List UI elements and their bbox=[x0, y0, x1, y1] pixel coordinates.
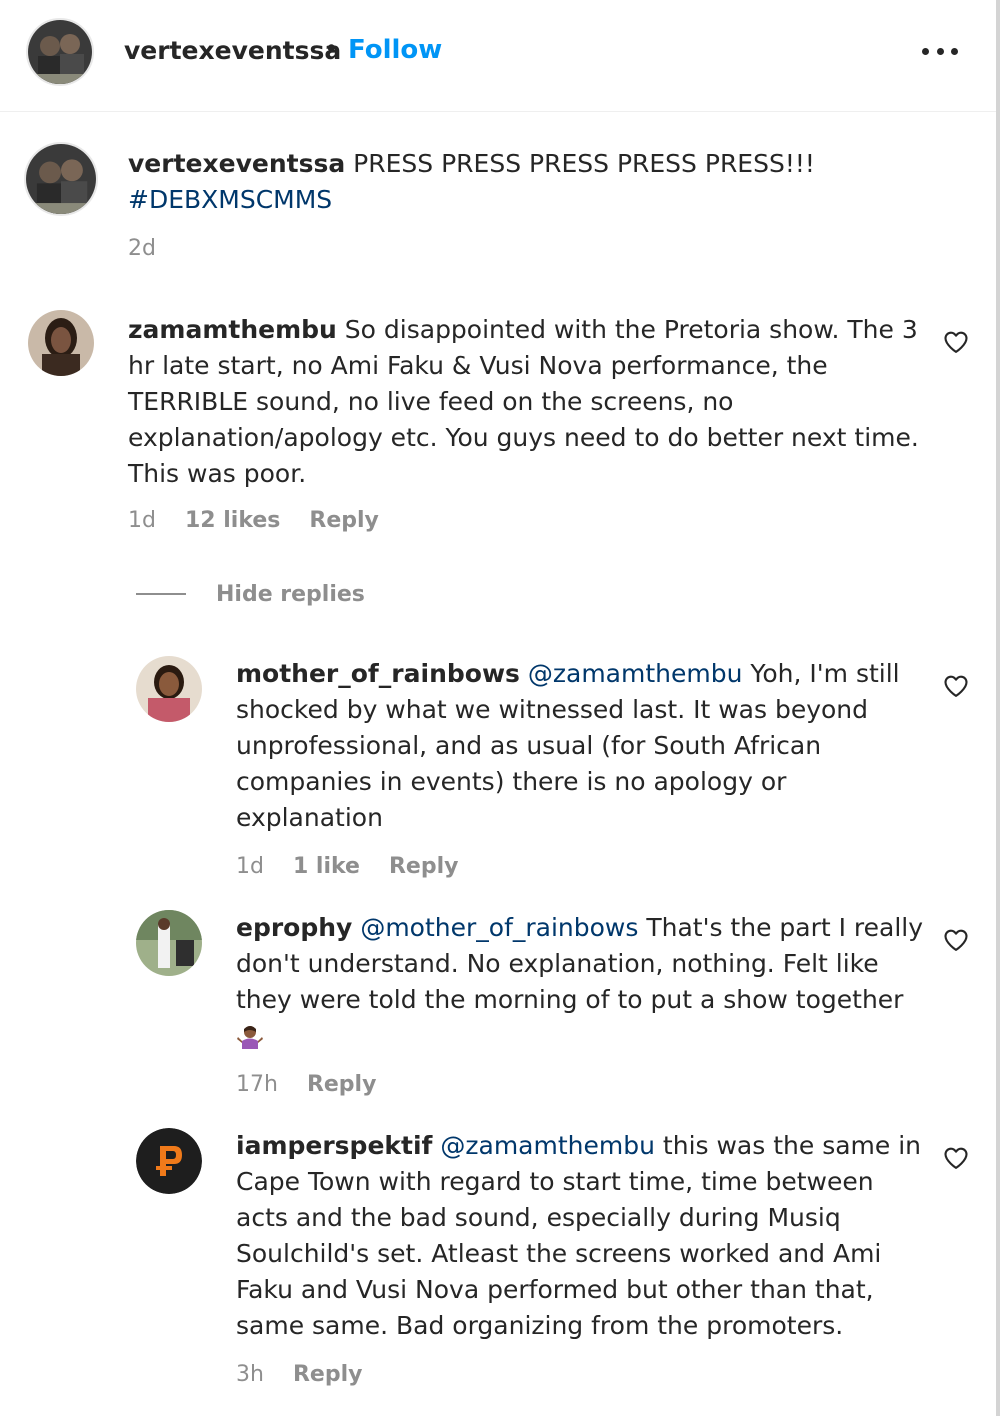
reply-text: this was the same in Cape Town with rega… bbox=[236, 1131, 922, 1340]
shrug-emoji-icon bbox=[236, 1018, 264, 1054]
reply-button[interactable]: Reply bbox=[309, 508, 379, 533]
comment-username[interactable]: zamamthembu bbox=[128, 315, 337, 344]
mention-link[interactable]: @mother_of_rainbows bbox=[360, 913, 638, 942]
caption-meta: 2d bbox=[128, 236, 178, 261]
separator-dot: • bbox=[324, 34, 339, 63]
reply-text-block: eprophy @mother_of_rainbows That's the p… bbox=[236, 910, 926, 1054]
reply-username[interactable]: iamperspektif bbox=[236, 1131, 432, 1160]
reply-username[interactable]: eprophy bbox=[236, 913, 352, 942]
avatar[interactable] bbox=[136, 910, 202, 976]
reply-meta: 17h Reply bbox=[236, 1072, 398, 1097]
reply-time[interactable]: 1d bbox=[236, 854, 264, 879]
comment-likes[interactable]: 12 likes bbox=[185, 508, 280, 533]
mention-link[interactable]: @zamamthembu bbox=[440, 1131, 655, 1160]
reply-item: iamperspektif @zamamthembu this was the … bbox=[0, 1124, 996, 1404]
heart-outline-icon[interactable] bbox=[942, 1144, 970, 1172]
mention-link[interactable]: @zamamthembu bbox=[528, 659, 743, 688]
comment-item: zamamthembu So disappointed with the Pre… bbox=[0, 308, 996, 548]
caption-text-block: vertexeventssa PRESS PRESS PRESS PRESS P… bbox=[128, 146, 928, 218]
reply-button[interactable]: Reply bbox=[293, 1362, 363, 1387]
reply-meta: 1d 1 like Reply bbox=[236, 854, 480, 879]
reply-time[interactable]: 17h bbox=[236, 1072, 278, 1097]
post-caption: vertexeventssa PRESS PRESS PRESS PRESS P… bbox=[0, 130, 996, 270]
reply-text-block: mother_of_rainbows @zamamthembu Yoh, I'm… bbox=[236, 656, 926, 836]
reply-likes[interactable]: 1 like bbox=[293, 854, 360, 879]
heart-outline-icon[interactable] bbox=[942, 926, 970, 954]
avatar[interactable] bbox=[136, 656, 202, 722]
post-header: vertexeventssa • Follow bbox=[0, 0, 996, 112]
divider-line bbox=[136, 593, 186, 595]
header-username[interactable]: vertexeventssa bbox=[124, 36, 341, 65]
reply-item: mother_of_rainbows @zamamthembu Yoh, I'm… bbox=[0, 652, 996, 892]
reply-text-block: iamperspektif @zamamthembu this was the … bbox=[236, 1128, 926, 1344]
reply-username[interactable]: mother_of_rainbows bbox=[236, 659, 520, 688]
avatar[interactable] bbox=[26, 18, 94, 86]
hide-replies-label: Hide replies bbox=[216, 581, 365, 607]
heart-outline-icon[interactable] bbox=[942, 672, 970, 700]
comment-text-block: zamamthembu So disappointed with the Pre… bbox=[128, 312, 928, 492]
caption-hashtag[interactable]: #DEBXMSCMMS bbox=[128, 185, 332, 214]
comment-time[interactable]: 1d bbox=[128, 508, 156, 533]
reply-item: eprophy @mother_of_rainbows That's the p… bbox=[0, 906, 996, 1116]
avatar[interactable] bbox=[28, 310, 94, 376]
avatar[interactable] bbox=[136, 1128, 202, 1194]
caption-text: PRESS PRESS PRESS PRESS PRESS!!! bbox=[353, 149, 815, 178]
reply-meta: 3h Reply bbox=[236, 1362, 384, 1387]
reply-button[interactable]: Reply bbox=[389, 854, 459, 879]
heart-outline-icon[interactable] bbox=[942, 328, 970, 356]
more-horizontal-icon[interactable] bbox=[922, 44, 958, 58]
caption-username[interactable]: vertexeventssa bbox=[128, 149, 345, 178]
hide-replies-toggle[interactable]: Hide replies bbox=[136, 578, 365, 610]
avatar[interactable] bbox=[24, 142, 98, 216]
reply-button[interactable]: Reply bbox=[307, 1072, 377, 1097]
caption-time[interactable]: 2d bbox=[128, 236, 156, 261]
follow-button[interactable]: Follow bbox=[348, 35, 442, 65]
comment-meta: 1d 12 likes Reply bbox=[128, 508, 401, 533]
reply-time[interactable]: 3h bbox=[236, 1362, 264, 1387]
right-border bbox=[996, 0, 1000, 1416]
